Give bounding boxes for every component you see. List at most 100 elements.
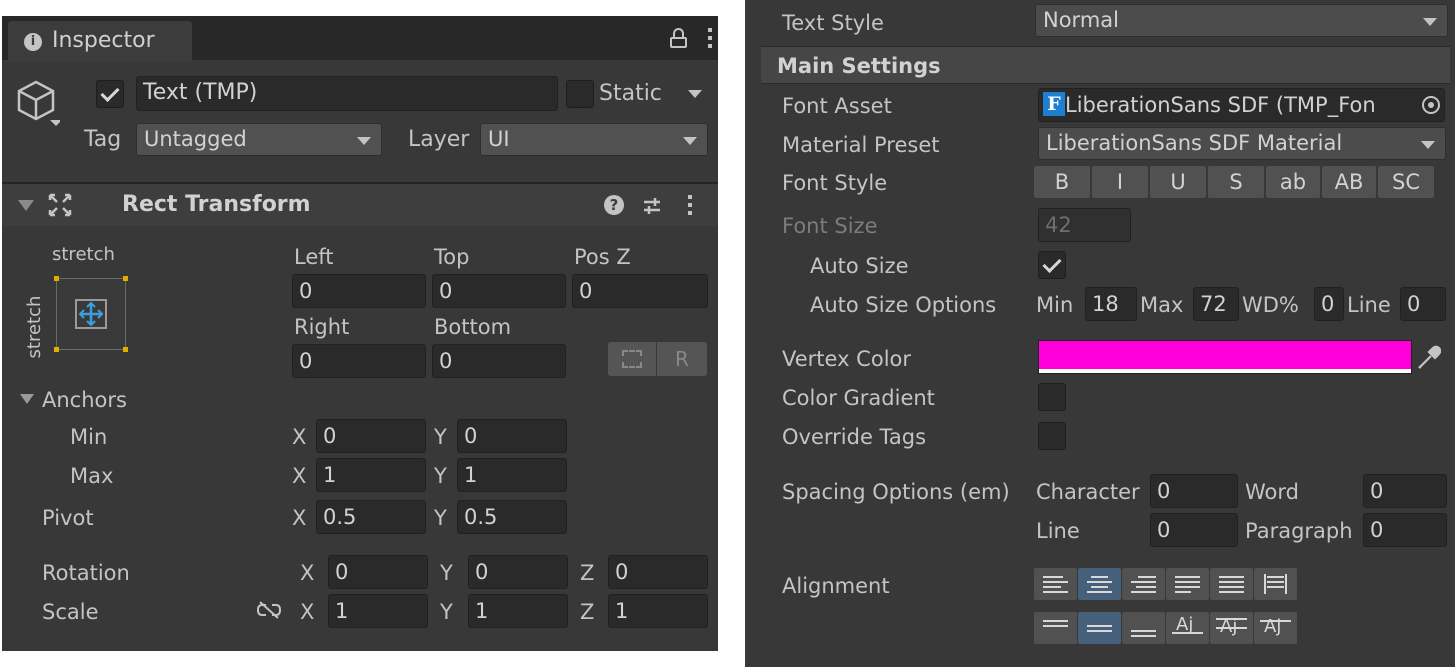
word-field[interactable]: 0 bbox=[1363, 474, 1447, 508]
italic-button[interactable]: I bbox=[1092, 166, 1148, 198]
bottom-field[interactable]: 0 bbox=[432, 344, 566, 378]
align-middle-icon[interactable] bbox=[1078, 612, 1121, 644]
auto-size-checkbox[interactable] bbox=[1038, 251, 1066, 279]
posz-field[interactable]: 0 bbox=[572, 274, 708, 308]
align-right-icon[interactable] bbox=[1122, 568, 1165, 600]
rect-transform-header[interactable]: Rect Transform ? bbox=[2, 184, 718, 226]
text-style-dropdown[interactable]: Normal bbox=[1035, 4, 1448, 37]
override-tags-checkbox[interactable] bbox=[1038, 422, 1066, 450]
font-style-label: Font Style bbox=[782, 171, 888, 195]
pivot-label: Pivot bbox=[42, 506, 94, 530]
constrain-proportions-icon[interactable] bbox=[256, 600, 282, 620]
tab-inspector[interactable]: i Inspector bbox=[8, 21, 192, 62]
align-bottom-icon[interactable] bbox=[1122, 612, 1165, 644]
chevron-down-icon bbox=[683, 137, 697, 145]
bold-button[interactable]: B bbox=[1034, 166, 1090, 198]
static-checkbox[interactable] bbox=[566, 80, 594, 108]
top-field[interactable]: 0 bbox=[432, 274, 566, 308]
anchor-max-y-field[interactable]: 1 bbox=[457, 458, 567, 492]
foldout-arrow-icon[interactable] bbox=[18, 200, 34, 211]
auto-max-field[interactable]: 72 bbox=[1193, 287, 1239, 321]
left-field[interactable]: 0 bbox=[292, 274, 426, 308]
align-flush-icon[interactable] bbox=[1210, 568, 1253, 600]
vertex-color-label: Vertex Color bbox=[782, 347, 912, 371]
wd-label: WD% bbox=[1242, 293, 1299, 317]
anchor-min-y-field[interactable]: 0 bbox=[457, 419, 567, 453]
tag-dropdown[interactable]: Untagged bbox=[136, 123, 382, 156]
scale-x-field[interactable]: 1 bbox=[328, 594, 428, 628]
axis-y-label: Y bbox=[434, 464, 447, 488]
scale-z-field[interactable]: 1 bbox=[608, 594, 708, 628]
font-asset-field[interactable]: F LiberationSans SDF (TMP_Fon bbox=[1038, 88, 1445, 122]
component-menu-icon[interactable] bbox=[688, 195, 692, 215]
align-top-icon[interactable] bbox=[1034, 612, 1077, 644]
axis-y-label: Y bbox=[434, 506, 447, 530]
strikethrough-button[interactable]: S bbox=[1208, 166, 1264, 198]
material-preset-label: Material Preset bbox=[782, 133, 940, 157]
rotation-z-field[interactable]: 0 bbox=[608, 555, 708, 589]
anchors-label[interactable]: Anchors bbox=[42, 387, 127, 413]
align-geometry-center-icon[interactable] bbox=[1254, 568, 1297, 600]
character-field[interactable]: 0 bbox=[1150, 474, 1238, 508]
help-icon[interactable]: ? bbox=[604, 195, 624, 215]
vertex-color-swatch[interactable] bbox=[1038, 340, 1412, 374]
smallcaps-button[interactable]: SC bbox=[1378, 166, 1434, 198]
spacing-line-field[interactable]: 0 bbox=[1150, 513, 1238, 547]
paragraph-field[interactable]: 0 bbox=[1363, 513, 1447, 547]
raw-edit-button[interactable]: R bbox=[657, 342, 707, 376]
pivot-y-field[interactable]: 0.5 bbox=[457, 500, 567, 534]
auto-min-field[interactable]: 18 bbox=[1085, 287, 1137, 321]
lock-icon[interactable] bbox=[670, 28, 688, 48]
pivot-x-field[interactable]: 0.5 bbox=[316, 500, 426, 534]
layer-value: UI bbox=[488, 127, 510, 151]
underline-button[interactable]: U bbox=[1150, 166, 1206, 198]
anchor-max-x-field[interactable]: 1 bbox=[316, 458, 426, 492]
font-size-label: Font Size bbox=[782, 214, 878, 238]
object-name-field[interactable]: Text (TMP) bbox=[136, 76, 558, 111]
rotation-y-field[interactable]: 0 bbox=[468, 555, 568, 589]
uppercase-button[interactable]: AB bbox=[1322, 166, 1376, 198]
align-capline-icon[interactable]: Aj bbox=[1254, 612, 1297, 644]
scale-y-field[interactable]: 1 bbox=[468, 594, 568, 628]
blueprint-mode-button[interactable] bbox=[608, 342, 656, 376]
font-size-field: 42 bbox=[1038, 208, 1131, 242]
vertical-alignment-buttons: Aj Aj Aj bbox=[1034, 612, 1297, 644]
auto-line-field[interactable]: 0 bbox=[1400, 287, 1446, 321]
layer-dropdown[interactable]: UI bbox=[480, 123, 708, 156]
font-asset-icon: F bbox=[1043, 92, 1065, 116]
right-label: Right bbox=[294, 315, 350, 339]
align-midline-icon[interactable]: Aj bbox=[1210, 612, 1253, 644]
tmp-settings-panel: Text Style Normal Main Settings Font Ass… bbox=[745, 0, 1455, 667]
eyedropper-icon[interactable] bbox=[1417, 344, 1442, 370]
chevron-down-icon bbox=[1423, 18, 1437, 26]
presets-icon[interactable] bbox=[642, 196, 662, 216]
word-label: Word bbox=[1245, 480, 1299, 504]
axis-x-label: X bbox=[300, 600, 315, 624]
wd-field[interactable]: 0 bbox=[1314, 287, 1344, 321]
align-justified-icon[interactable] bbox=[1166, 568, 1209, 600]
material-preset-dropdown[interactable]: LiberationSans SDF Material bbox=[1038, 127, 1446, 160]
auto-max-label: Max bbox=[1140, 293, 1184, 317]
right-field[interactable]: 0 bbox=[292, 344, 426, 378]
anchor-preset-button[interactable] bbox=[54, 276, 128, 352]
anchors-foldout-icon[interactable] bbox=[20, 394, 34, 404]
gameobject-icon bbox=[16, 78, 62, 128]
chevron-down-icon bbox=[1421, 141, 1435, 149]
align-baseline-icon[interactable]: Aj bbox=[1166, 612, 1209, 644]
axis-x-label: X bbox=[292, 464, 307, 488]
anchor-min-x-field[interactable]: 0 bbox=[316, 419, 426, 453]
color-gradient-checkbox[interactable] bbox=[1038, 383, 1066, 411]
tab-menu-icon[interactable] bbox=[708, 28, 713, 50]
inspector-panel: i Inspector Text (TMP) Static Tag Untagg… bbox=[2, 16, 718, 651]
align-center-icon[interactable] bbox=[1078, 568, 1121, 600]
rotation-x-field[interactable]: 0 bbox=[328, 555, 428, 589]
active-checkbox[interactable] bbox=[96, 80, 124, 108]
tab-label: Inspector bbox=[52, 28, 155, 53]
posz-label: Pos Z bbox=[574, 245, 631, 269]
object-picker-icon[interactable] bbox=[1422, 96, 1440, 114]
axis-z-label: Z bbox=[580, 561, 595, 585]
align-left-icon[interactable] bbox=[1034, 568, 1077, 600]
lowercase-button[interactable]: ab bbox=[1266, 166, 1320, 198]
static-dropdown-arrow-icon[interactable] bbox=[688, 90, 702, 98]
axis-x-label: X bbox=[292, 506, 307, 530]
